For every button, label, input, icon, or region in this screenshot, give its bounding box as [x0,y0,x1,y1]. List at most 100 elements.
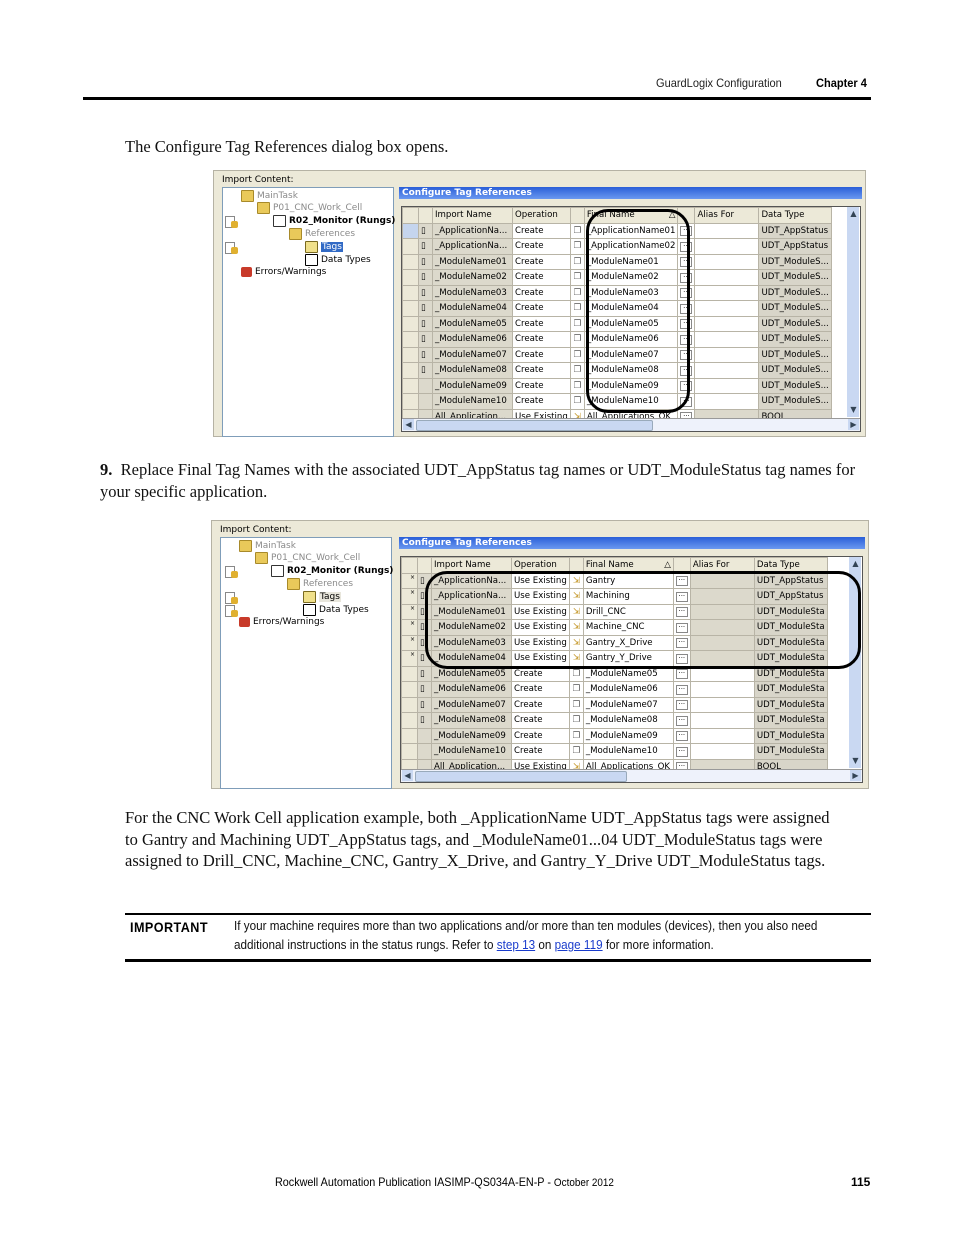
browse-button[interactable]: ··· [680,350,693,361]
scroll-down-button[interactable]: ▼ [848,404,859,415]
browse-button[interactable]: ··· [675,653,688,664]
browse-button[interactable]: ··· [680,396,693,407]
operation-cell[interactable]: Create [511,665,570,682]
operation-cell[interactable]: Create [511,743,570,760]
browse-button[interactable]: ··· [675,684,688,695]
operation-cell[interactable]: Create [512,362,571,379]
browse-button[interactable]: ··· [675,607,688,618]
table-row[interactable]: ▯ _ModuleName02 Create ❐ _ModuleName02 ··· UDT… [402,269,832,286]
table-row[interactable]: ▯ _ModuleName05 Create ❐ _ModuleName05 ··· UDT… [401,665,828,682]
operation-cell[interactable]: Create [512,238,571,255]
row-selector[interactable] [401,712,418,729]
alias-for-cell[interactable] [689,712,755,729]
row-selector[interactable] [402,269,419,286]
final-name-input[interactable]: _ModuleName10 [583,393,679,410]
operation-cell[interactable]: Create [511,681,570,698]
browse-button[interactable]: ··· [675,700,688,711]
column-header-final-name[interactable]: Final Name △ [582,557,674,574]
operation-cell[interactable]: Create [512,331,571,348]
scroll-thumb[interactable] [415,771,627,782]
browse-button[interactable]: ··· [675,731,688,742]
row-selector[interactable]: × [401,650,418,667]
tree-node-data-types[interactable]: Data Types [303,604,369,616]
operation-cell[interactable]: Create [512,269,571,286]
final-name-input[interactable]: _ModuleName08 [583,362,679,379]
final-name-input[interactable]: _ApplicationName02 [583,238,679,255]
table-row[interactable]: ▯ _ModuleName06 Create ❐ _ModuleName06 ··· UDT… [401,681,828,698]
alias-for-cell[interactable] [694,393,760,410]
alias-for-cell[interactable] [689,634,755,651]
table-row[interactable]: _ModuleName10 Create ❐ _ModuleName10 ··· UDT_… [401,743,828,760]
horizontal-scrollbar[interactable]: ◀ ▶ [401,769,862,782]
row-selector[interactable] [401,696,418,713]
row-selector[interactable] [402,393,419,410]
row-selector[interactable] [402,253,419,270]
column-header-operation[interactable]: Operation [512,207,571,224]
scroll-right-button[interactable]: ▶ [850,770,861,781]
table-row[interactable]: ▯ _ModuleName03 Create ❐ _ModuleName03 ··· UDT… [402,284,832,301]
tree-node-program[interactable]: P01_CNC_Work_Cell [257,202,362,214]
step-13-link[interactable]: step 13 [497,937,535,952]
browse-button[interactable]: ··· [675,591,688,602]
alias-for-cell[interactable] [689,588,755,605]
browse-button[interactable]: ··· [680,272,693,283]
tree-node-program[interactable]: P01_CNC_Work_Cell [255,552,360,564]
table-row[interactable]: ▯ _ModuleName04 Create ❐ _ModuleName04 ··· UDT… [402,300,832,317]
tree-node-maintask[interactable]: MainTask [239,540,296,552]
browse-button[interactable]: ··· [675,715,688,726]
operation-cell[interactable]: Use Existing [511,588,570,605]
final-name-input[interactable]: Gantry [582,572,674,589]
vertical-scrollbar[interactable] [849,557,861,768]
horizontal-scrollbar[interactable]: ◀ ▶ [402,418,860,431]
browse-button[interactable]: ··· [680,381,693,392]
tree-node-routine[interactable]: R02_Monitor (Rungs) [273,215,395,227]
table-row[interactable]: ▯ _ModuleName06 Create ❐ _ModuleName06 ··· UDT… [402,331,832,348]
operation-cell[interactable]: Use Existing [511,650,570,667]
tree-node-errors[interactable]: Errors/Warnings [239,617,324,627]
import-content-tree[interactable]: MainTask P01_CNC_Work_Cell R02_Monitor (… [222,187,395,437]
row-selector[interactable] [401,743,418,760]
alias-for-cell[interactable] [694,377,760,394]
alias-for-cell[interactable] [689,619,755,636]
tree-node-references[interactable]: References [287,578,353,590]
scroll-thumb[interactable] [416,420,653,431]
operation-cell[interactable]: Create [511,712,570,729]
table-row[interactable]: ▯ _ModuleName07 Create ❐ _ModuleName07 ··· UDT… [402,346,832,363]
tree-node-errors[interactable]: Errors/Warnings [241,267,326,277]
row-selector[interactable]: × [401,588,418,605]
import-content-tree[interactable]: MainTask P01_CNC_Work_Cell R02_Monitor (… [220,537,393,789]
final-name-input[interactable]: _ModuleName08 [582,712,674,729]
table-row[interactable]: ▯ _ApplicationNa... Create ❐ _ApplicationNam… [402,222,832,239]
row-selector[interactable] [402,346,419,363]
row-selector[interactable]: × [401,619,418,636]
browse-button[interactable]: ··· [680,288,693,299]
table-row[interactable]: ▯ _ModuleName08 Create ❐ _ModuleName08 ··· UDT… [402,362,832,379]
tree-node-maintask[interactable]: MainTask [241,190,298,202]
browse-button[interactable]: ··· [675,669,688,680]
row-selector[interactable] [402,284,419,301]
final-name-input[interactable]: _ModuleName01 [583,253,679,270]
tree-node-tags[interactable]: Tags [303,591,341,603]
final-name-input[interactable]: Machine_CNC [582,619,674,636]
table-row[interactable]: × ▯ _ModuleName02 Use Existing ⇲ Machine_CNC ·… [401,619,828,636]
final-name-input[interactable]: _ModuleName06 [582,681,674,698]
alias-for-cell[interactable] [694,222,760,239]
row-selector[interactable] [402,222,419,239]
alias-for-cell[interactable] [694,315,760,332]
column-header-alias-for[interactable]: Alias For [689,557,755,574]
table-row[interactable]: × ▯ _ModuleName04 Use Existing ⇲ Gantry_Y_Dri… [401,650,828,667]
alias-for-cell[interactable] [689,665,755,682]
operation-cell[interactable]: Use Existing [511,603,570,620]
browse-button[interactable]: ··· [675,746,688,757]
final-name-input[interactable]: Machining [582,588,674,605]
final-name-input[interactable]: Drill_CNC [582,603,674,620]
alias-for-cell[interactable] [694,269,760,286]
alias-for-cell[interactable] [689,650,755,667]
alias-for-cell[interactable] [694,346,760,363]
column-header-data-type[interactable]: Data Type [758,207,832,224]
final-name-input[interactable]: _ModuleName06 [583,331,679,348]
alias-for-cell[interactable] [689,681,755,698]
browse-button[interactable]: ··· [675,638,688,649]
final-name-input[interactable]: _ModuleName07 [583,346,679,363]
operation-cell[interactable]: Create [512,300,571,317]
